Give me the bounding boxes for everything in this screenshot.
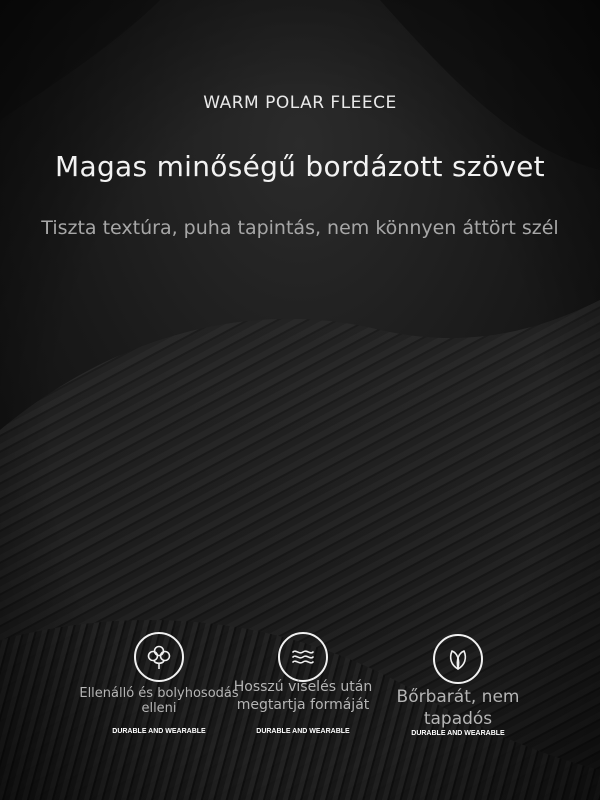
- feature-label: Ellenálló és bolyhosodás elleni: [79, 686, 239, 716]
- feature-label: Bőrbarát, nem tapadós: [396, 687, 520, 729]
- headline: Magas minőségű bordázott szövet: [55, 150, 545, 183]
- feature-caption: DURABLE AND WEARABLE: [256, 728, 350, 735]
- cotton-icon: [134, 632, 184, 682]
- feature-shape-retention: Hosszú viselés után megtartja formáját D…: [223, 632, 383, 735]
- feature-skin-friendly: Bőrbarát, nem tapadós DURABLE AND WEARAB…: [378, 634, 538, 737]
- overline-text: WARM POLAR FLEECE: [203, 93, 397, 113]
- feature-anti-pilling: Ellenálló és bolyhosodás elleni DURABLE …: [79, 632, 239, 735]
- leaf-icon: [433, 634, 483, 684]
- feature-label: Hosszú viselés után megtartja formáját: [233, 679, 373, 713]
- feature-caption: DURABLE AND WEARABLE: [112, 728, 206, 735]
- wave-icon: [278, 632, 328, 682]
- subheadline: Tiszta textúra, puha tapintás, nem könny…: [41, 217, 559, 239]
- feature-caption: DURABLE AND WEARABLE: [411, 730, 505, 737]
